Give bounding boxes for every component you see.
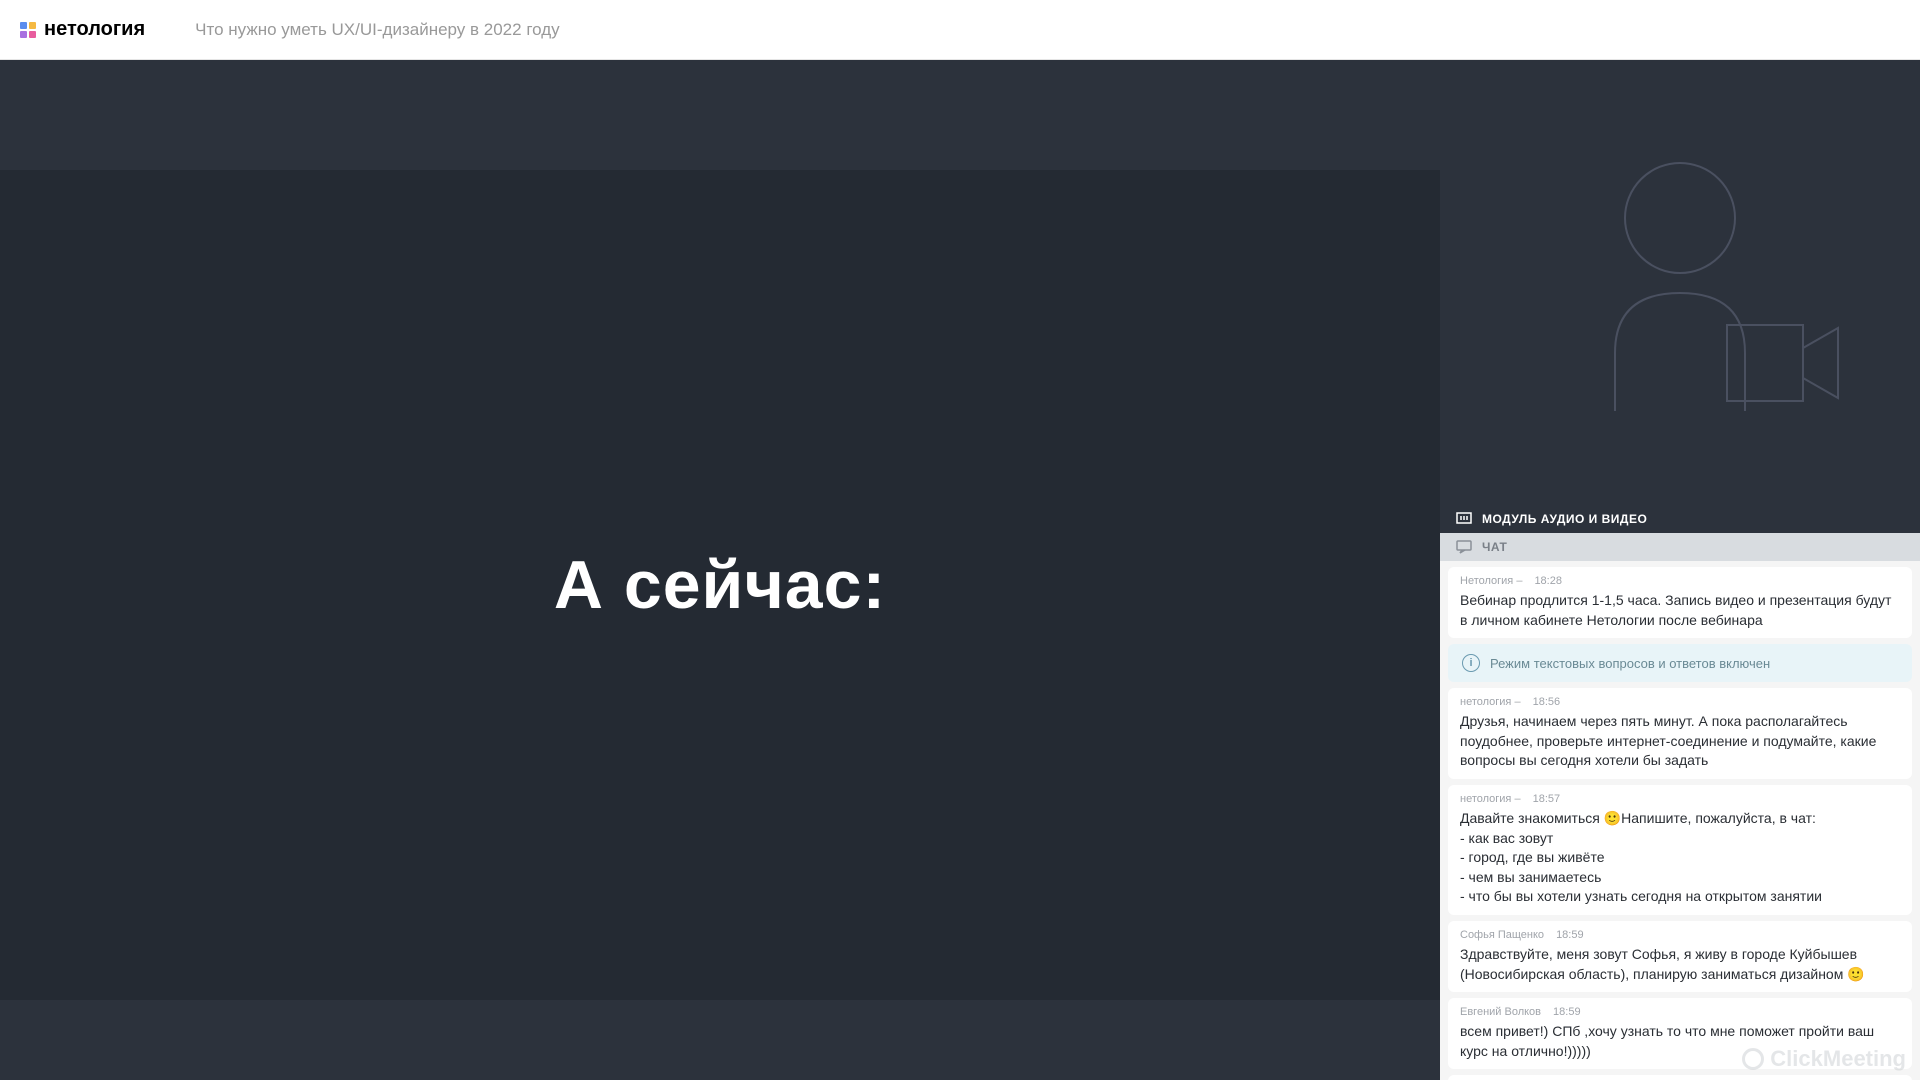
chat-time: 18:28 xyxy=(1534,575,1562,587)
chat-author: Софья Пащенко xyxy=(1460,929,1544,941)
chat-label: ЧАТ xyxy=(1482,540,1507,554)
chat-text: Давайте знакомиться 🙂Напишите, пожалуйст… xyxy=(1460,809,1900,907)
chat-notice-text: Режим текстовых вопросов и ответов включ… xyxy=(1490,656,1770,671)
presentation-bottom-bar xyxy=(0,1000,1440,1080)
logo-icon xyxy=(20,22,36,38)
chat-time: 18:59 xyxy=(1556,929,1584,941)
video-area xyxy=(1440,60,1920,505)
sidebar: МОДУЛЬ АУДИО И ВИДЕО ЧАТ Нетология – 18:… xyxy=(1440,60,1920,1080)
main-layout: А сейчас: МОДУЛЬ АУДИО И ВИДЕО xyxy=(0,60,1920,1080)
presentation-top-bar xyxy=(0,60,1440,170)
chat-message: Софья Пащенко 18:59 Здравствуйте, меня з… xyxy=(1448,921,1912,992)
logo[interactable]: нетология xyxy=(20,18,145,41)
chat-author: нетология – xyxy=(1460,696,1521,708)
chat-text: Вебинар продлится 1-1,5 часа. Запись вид… xyxy=(1460,591,1900,630)
chat-message: нетология – 18:57 Давайте знакомиться 🙂Н… xyxy=(1448,785,1912,915)
chat-time: 18:59 xyxy=(1553,1006,1581,1018)
chat-messages[interactable]: Нетология – 18:28 Вебинар продлится 1-1,… xyxy=(1440,561,1920,1080)
chat-author: Евгений Волков xyxy=(1460,1006,1541,1018)
presenter-avatar-placeholder xyxy=(1590,153,1770,413)
presentation-area: А сейчас: xyxy=(0,60,1440,1080)
chat-message: Нетология – 18:28 Вебинар продлится 1-1,… xyxy=(1448,567,1912,638)
page-title: Что нужно уметь UX/UI-дизайнеру в 2022 г… xyxy=(195,20,560,40)
chat-text: Здравствуйте, меня зовут Софья, я живу в… xyxy=(1460,945,1900,984)
chat-text: всем привет!) СПб ,хочу узнать то что мн… xyxy=(1460,1022,1900,1061)
chat-time: 18:56 xyxy=(1533,696,1561,708)
logo-text: нетология xyxy=(44,18,145,41)
module-audio-video-bar[interactable]: МОДУЛЬ АУДИО И ВИДЕО xyxy=(1440,505,1920,533)
chat-message: нетология – 18:59 Софья, Евгений, спасиб… xyxy=(1448,1075,1912,1080)
chat-notice: i Режим текстовых вопросов и ответов вкл… xyxy=(1448,644,1912,682)
presentation-icon xyxy=(1456,512,1472,526)
slide-text: А сейчас: xyxy=(554,546,886,624)
presentation-content: А сейчас: xyxy=(0,170,1440,1000)
chat-author: нетология – xyxy=(1460,793,1521,805)
chat-author: Нетология – xyxy=(1460,575,1522,587)
chat-text: Друзья, начинаем через пять минут. А пок… xyxy=(1460,712,1900,771)
header: нетология Что нужно уметь UX/UI-дизайнер… xyxy=(0,0,1920,60)
chat-time: 18:57 xyxy=(1533,793,1561,805)
chat-header[interactable]: ЧАТ xyxy=(1440,533,1920,561)
chat-message: нетология – 18:56 Друзья, начинаем через… xyxy=(1448,688,1912,779)
camera-icon xyxy=(1725,323,1840,403)
info-icon: i xyxy=(1462,654,1480,672)
chat-icon xyxy=(1456,540,1472,554)
chat-message: Евгений Волков 18:59 всем привет!) СПб ,… xyxy=(1448,998,1912,1069)
module-label: МОДУЛЬ АУДИО И ВИДЕО xyxy=(1482,512,1647,526)
